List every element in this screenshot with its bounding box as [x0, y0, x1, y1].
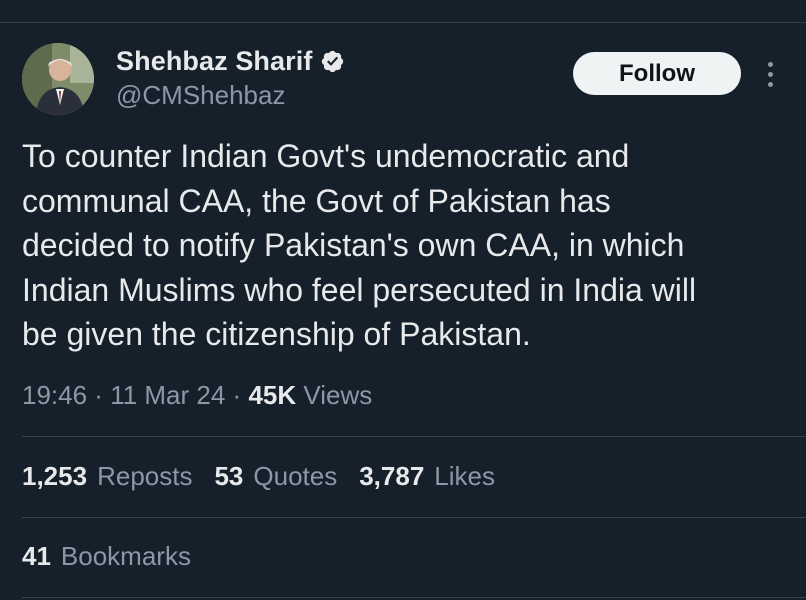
tweet-time[interactable]: 19:46: [22, 380, 87, 410]
tweet-line: To counter Indian Govt's undemocratic an…: [22, 138, 630, 174]
reposts-count: 1,253: [22, 461, 88, 491]
views-label: Views: [303, 380, 373, 410]
tweet-date[interactable]: 11 Mar 24: [110, 380, 225, 410]
meta-separator: ·: [225, 380, 249, 410]
avatar-image: [22, 43, 94, 115]
divider: [22, 436, 806, 437]
bookmarks-count: 41: [22, 541, 51, 571]
top-divider: [0, 22, 806, 23]
more-dot: [767, 61, 773, 67]
avatar[interactable]: [22, 43, 94, 115]
tweet-line: be given the citizenship of Pakistan.: [22, 316, 531, 352]
more-dot: [767, 71, 773, 77]
more-dot: [767, 81, 773, 87]
views-count: 45K: [248, 380, 297, 410]
reposts-label: Reposts: [97, 461, 193, 491]
quotes-stat[interactable]: 53 Quotes: [214, 461, 337, 492]
likes-count: 3,787: [359, 461, 425, 491]
engagement-stats: 1,253 Reposts 53 Quotes 3,787 Likes: [22, 461, 517, 492]
more-options-icon[interactable]: [758, 56, 782, 92]
quotes-label: Quotes: [253, 461, 338, 491]
reposts-stat[interactable]: 1,253 Reposts: [22, 461, 192, 492]
quotes-count: 53: [214, 461, 244, 491]
follow-button[interactable]: Follow: [573, 52, 741, 95]
divider: [22, 597, 806, 598]
author-handle[interactable]: @CMShehbaz: [116, 80, 285, 111]
likes-stat[interactable]: 3,787 Likes: [359, 461, 495, 492]
bookmarks-stat[interactable]: 41 Bookmarks: [22, 541, 213, 572]
tweet-line: decided to notify Pakistan's own CAA, in…: [22, 227, 685, 263]
author-name-row[interactable]: Shehbaz Sharif: [116, 44, 345, 78]
divider: [22, 517, 806, 518]
verified-badge-icon: [320, 49, 345, 74]
author-display-name[interactable]: Shehbaz Sharif: [116, 46, 312, 77]
tweet-meta: 19:46 · 11 Mar 24 · 45K Views: [22, 380, 372, 411]
tweet-text: To counter Indian Govt's undemocratic an…: [22, 134, 792, 357]
tweet-line: Indian Muslims who feel persecuted in In…: [22, 271, 697, 308]
meta-separator: ·: [87, 380, 111, 410]
tweet-line: communal CAA, the Govt of Pakistan has: [22, 182, 611, 219]
likes-label: Likes: [434, 461, 495, 491]
bookmarks-label: Bookmarks: [60, 541, 191, 571]
